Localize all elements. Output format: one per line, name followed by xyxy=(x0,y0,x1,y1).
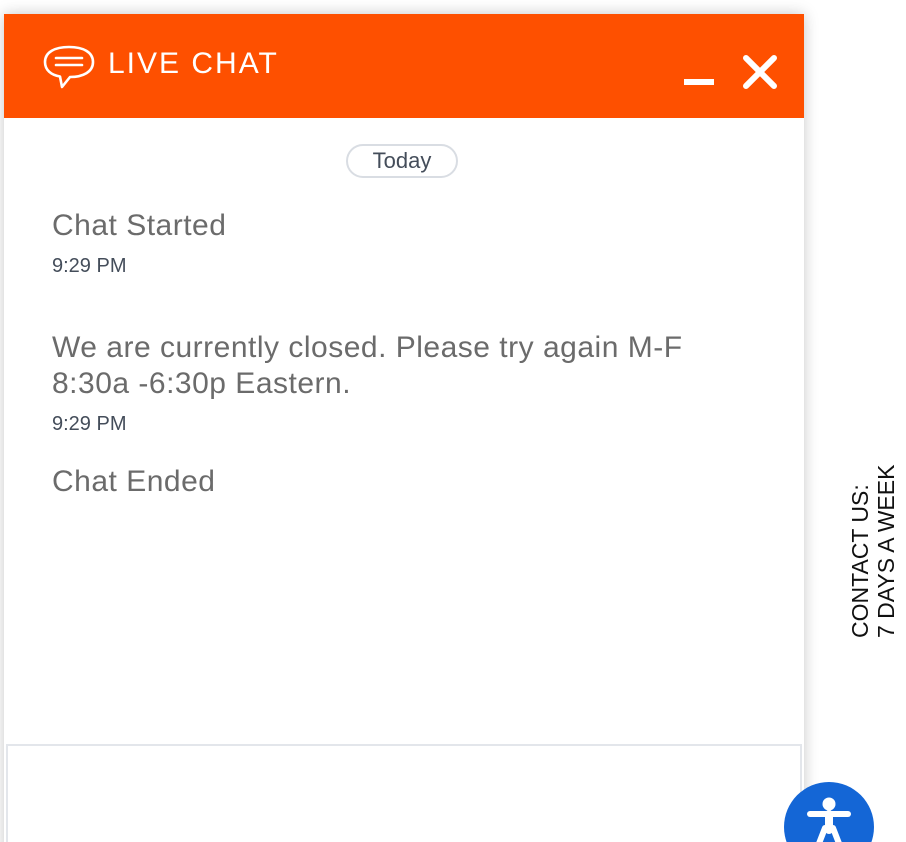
chat-ended-event: Chat Ended xyxy=(52,465,216,498)
contact-tab-line1: CONTACT US: xyxy=(847,484,873,638)
agent-message-time: 9:29 PM xyxy=(52,413,127,435)
contact-us-tab[interactable]: CONTACT US: 7 DAYS A WEEK xyxy=(844,438,902,638)
chat-bubble-icon xyxy=(43,45,95,89)
minimize-icon xyxy=(684,79,714,85)
page: LIVE CHAT Today Chat Started 9:29 PM We … xyxy=(0,0,906,842)
close-button[interactable] xyxy=(738,50,782,94)
accessibility-person-icon xyxy=(807,797,851,842)
chat-started-event: Chat Started xyxy=(52,209,227,242)
contact-tab-line2: 7 DAYS A WEEK xyxy=(873,464,899,638)
chat-header: LIVE CHAT xyxy=(4,14,804,118)
live-chat-window: LIVE CHAT Today Chat Started 9:29 PM We … xyxy=(4,14,804,842)
chat-started-time: 9:29 PM xyxy=(52,255,127,277)
agent-message: We are currently closed. Please try agai… xyxy=(52,331,683,400)
minimize-button[interactable] xyxy=(676,54,720,98)
chat-title: LIVE CHAT xyxy=(108,47,279,80)
chat-transcript: Today Chat Started 9:29 PM We are curren… xyxy=(4,118,804,744)
close-icon xyxy=(743,55,777,89)
date-divider: Today xyxy=(346,144,458,178)
chat-input-area[interactable] xyxy=(6,744,802,842)
